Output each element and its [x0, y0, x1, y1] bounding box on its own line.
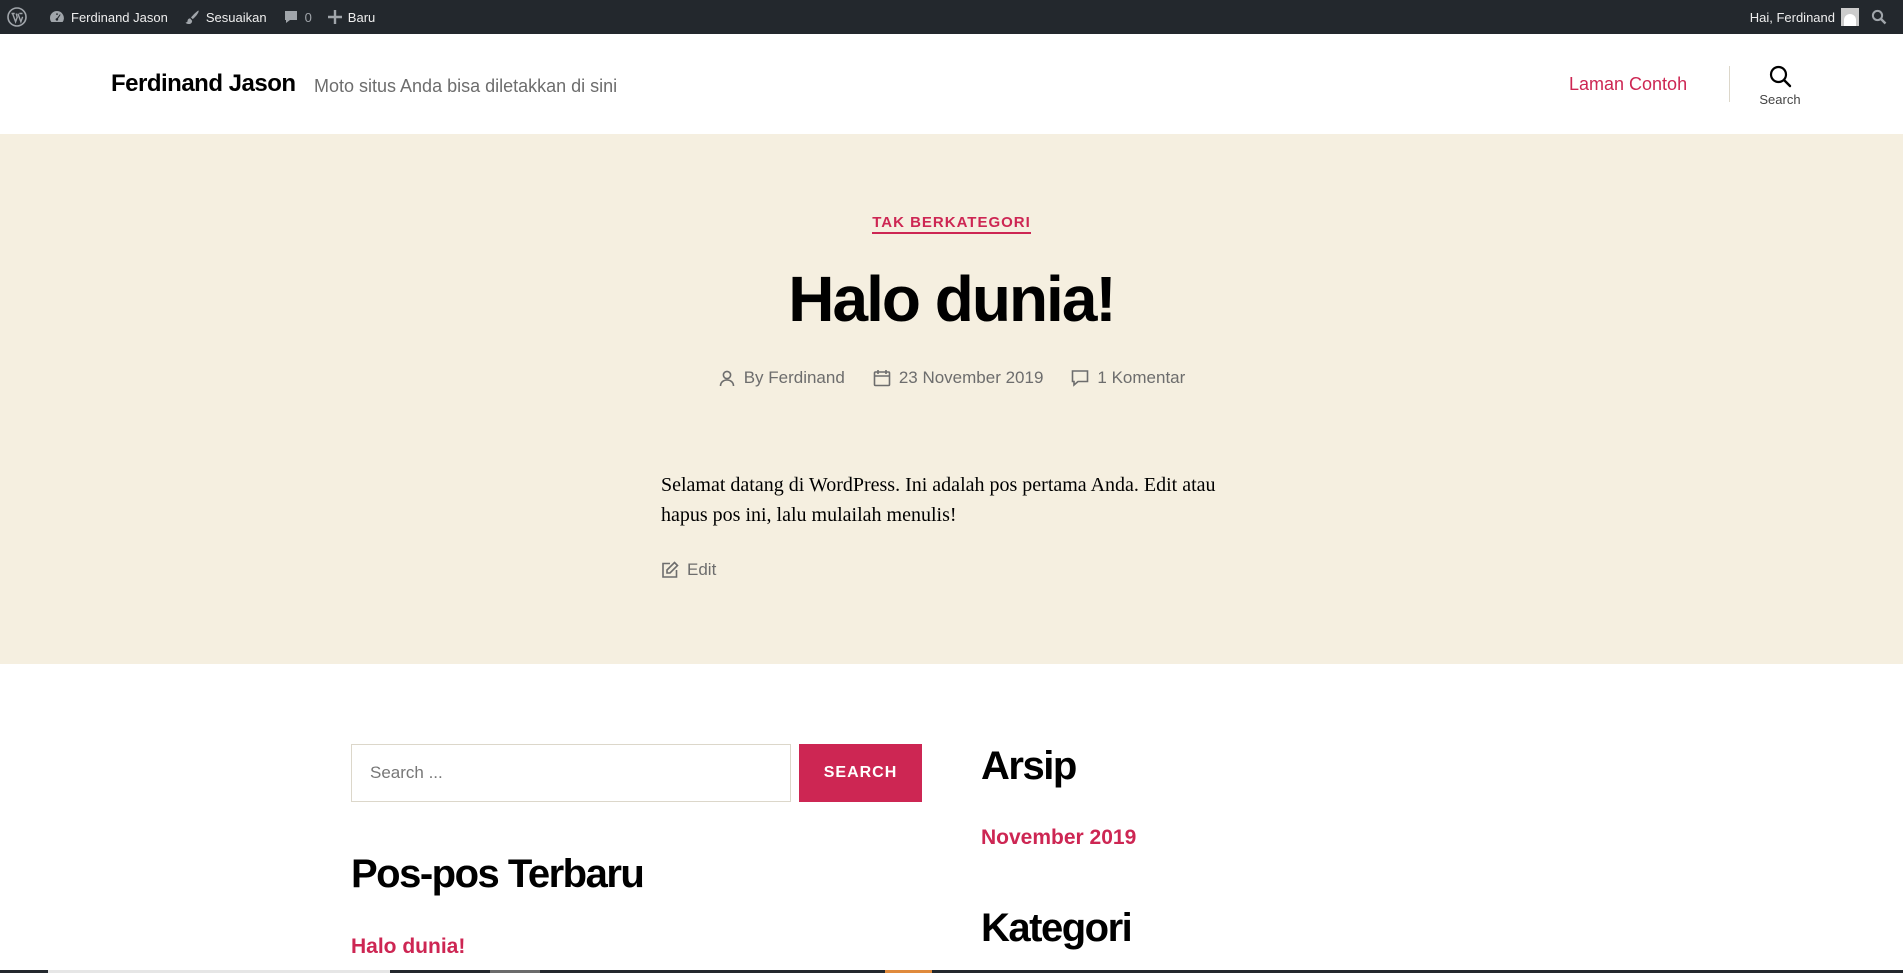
admin-greeting: Hai, Ferdinand	[1749, 9, 1835, 25]
header-search-toggle[interactable]: Search	[1750, 64, 1810, 114]
admin-comments-link[interactable]: 0	[275, 0, 320, 34]
plus-icon	[327, 10, 342, 24]
search-button[interactable]: SEARCH	[799, 744, 922, 802]
paintbrush-icon	[185, 10, 199, 24]
archive-link[interactable]: November 2019	[981, 826, 1136, 850]
post-meta: By Ferdinand 23 November 2019 1 Komentar	[0, 368, 1903, 388]
site-header: Ferdinand Jason Moto situs Anda bisa dil…	[0, 34, 1903, 134]
nav-link-laman-contoh[interactable]: Laman Contoh	[1569, 74, 1687, 95]
edit-label: Edit	[687, 560, 717, 579]
search-input[interactable]	[351, 744, 791, 802]
admin-new-label: Baru	[347, 9, 376, 25]
archives-title: Arsip	[981, 744, 1077, 788]
comment-bubble-icon	[284, 11, 297, 23]
post-author: By Ferdinand	[718, 368, 845, 388]
post-title: Halo dunia!	[788, 263, 1116, 335]
post-date: 23 November 2019	[873, 368, 1044, 388]
post-hero: TAK BERKATEGORI Halo dunia! By Ferdinand…	[0, 134, 1903, 664]
author-link[interactable]: By Ferdinand	[744, 368, 845, 388]
nav-divider	[1729, 66, 1730, 102]
site-title[interactable]: Ferdinand Jason	[111, 70, 296, 98]
admin-customize-link[interactable]: Sesuaikan	[176, 0, 275, 34]
post-category: TAK BERKATEGORI	[0, 214, 1903, 234]
admin-bar: Ferdinand Jason Sesuaikan 0 Baru Hai, Fe…	[0, 0, 1903, 34]
post-comments: 1 Komentar	[1071, 368, 1185, 388]
category-link[interactable]: TAK BERKATEGORI	[872, 214, 1031, 234]
admin-site-name-link[interactable]: Ferdinand Jason	[41, 0, 176, 34]
recent-post-link[interactable]: Halo dunia!	[351, 935, 465, 959]
post-content: Selamat datang di WordPress. Ini adalah …	[661, 474, 1216, 526]
comment-icon	[1072, 370, 1089, 387]
admin-account-menu[interactable]: Hai, Ferdinand	[1742, 0, 1863, 34]
avatar	[1841, 8, 1859, 26]
wordpress-logo-icon[interactable]	[0, 0, 41, 34]
search-toggle-label: Search	[1759, 92, 1801, 107]
calendar-icon	[873, 370, 891, 387]
admin-customize-label: Sesuaikan	[205, 9, 267, 25]
edit-post-link[interactable]: Edit	[661, 560, 716, 580]
date-link[interactable]: 23 November 2019	[899, 368, 1044, 388]
recent-posts-title: Pos-pos Terbaru	[351, 852, 645, 896]
admin-search-icon[interactable]	[1863, 0, 1903, 34]
edit-icon	[662, 561, 679, 578]
site-tagline: Moto situs Anda bisa diletakkan di sini	[314, 76, 618, 96]
categories-title: Kategori	[981, 906, 1133, 950]
admin-comments-count: 0	[304, 9, 312, 25]
admin-new-link[interactable]: Baru	[320, 0, 383, 34]
dashboard-icon	[50, 11, 64, 22]
user-icon	[719, 370, 734, 387]
search-icon	[1769, 65, 1792, 88]
comments-link[interactable]: 1 Komentar	[1097, 368, 1185, 388]
admin-site-name-label: Ferdinand Jason	[71, 9, 168, 25]
